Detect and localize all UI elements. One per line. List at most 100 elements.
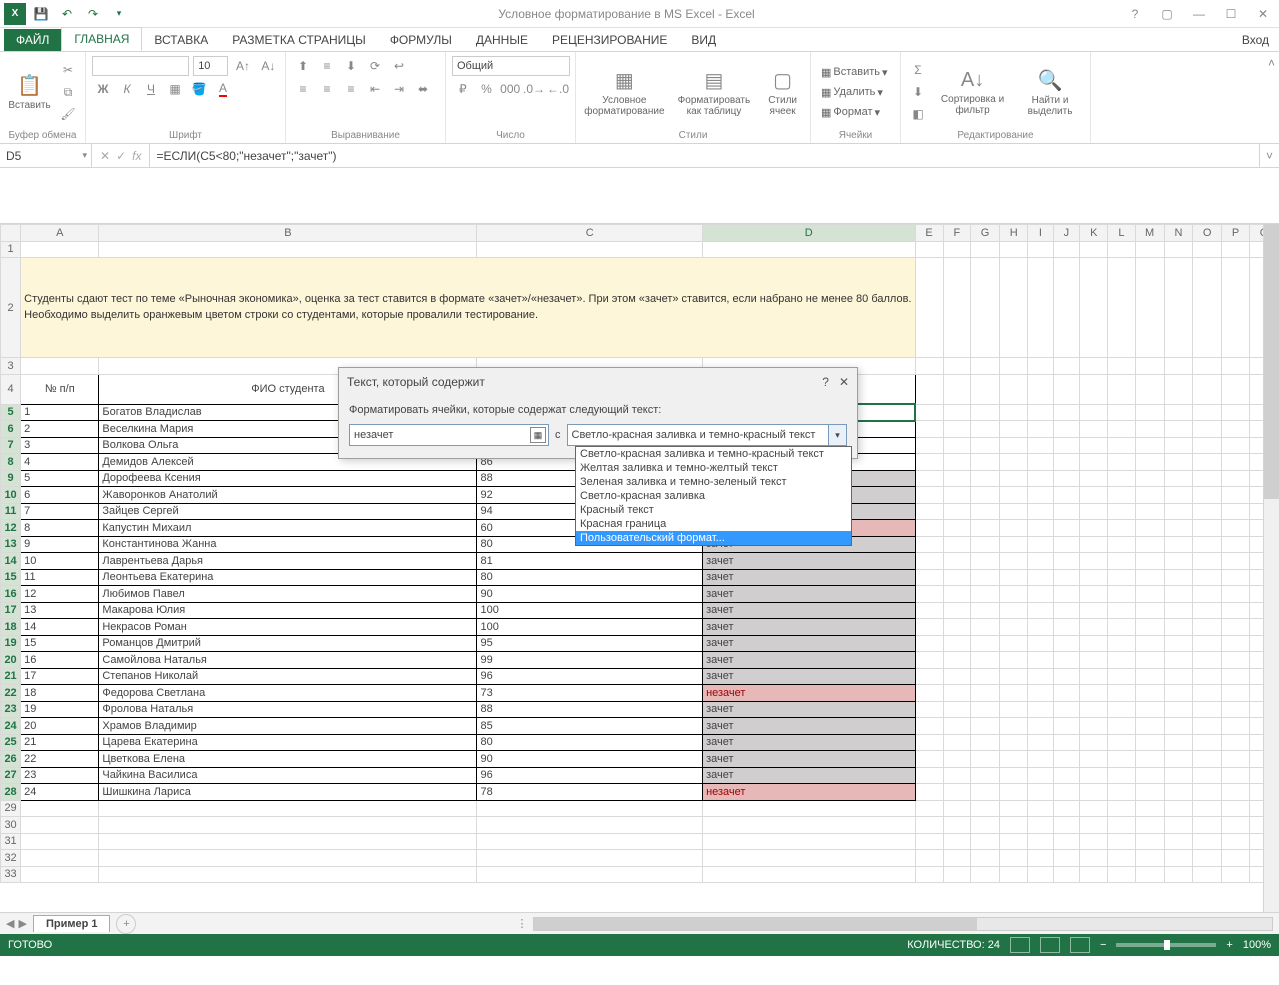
cell-score[interactable]: 73 xyxy=(477,685,703,702)
cell-fio[interactable]: Любимов Павел xyxy=(99,586,477,603)
cell-score[interactable]: 90 xyxy=(477,586,703,603)
view-page-layout-icon[interactable] xyxy=(1040,937,1060,953)
tab-file[interactable]: ФАЙЛ xyxy=(4,29,61,51)
delete-cells-button[interactable]: ▦ Удалить ▾ xyxy=(817,82,892,102)
redo-icon[interactable]: ↷ xyxy=(82,3,104,25)
col-header-J[interactable]: J xyxy=(1053,225,1080,242)
copy-icon[interactable]: ⧉ xyxy=(57,82,79,102)
cell-num[interactable]: 11 xyxy=(21,569,99,586)
new-sheet-icon[interactable]: + xyxy=(116,914,136,934)
align-bottom-icon[interactable]: ⬇ xyxy=(340,56,362,76)
currency-icon[interactable]: ₽ xyxy=(452,79,474,99)
row-header[interactable]: 30 xyxy=(1,817,21,834)
expand-formula-bar-icon[interactable]: ˅ xyxy=(1259,144,1279,167)
cell-fio[interactable]: Дорофеева Ксения xyxy=(99,470,477,487)
dialog-close-icon[interactable]: ✕ xyxy=(839,375,849,389)
cell-num[interactable]: 10 xyxy=(21,553,99,570)
row-header[interactable]: 13 xyxy=(1,536,21,553)
cell-fio[interactable]: Шишкина Лариса xyxy=(99,784,477,801)
row-header[interactable]: 29 xyxy=(1,800,21,817)
row-header[interactable]: 5 xyxy=(1,404,21,421)
tab-review[interactable]: РЕЦЕНЗИРОВАНИЕ xyxy=(540,29,679,51)
cell-styles-button[interactable]: ▢ Стили ячеек xyxy=(761,56,804,128)
cell-result[interactable]: зачет xyxy=(703,751,915,768)
font-family-combo[interactable] xyxy=(92,56,189,76)
tab-formulas[interactable]: ФОРМУЛЫ xyxy=(378,29,464,51)
col-header-A[interactable]: A xyxy=(21,225,99,242)
cell-num[interactable]: 6 xyxy=(21,487,99,504)
autosum-icon[interactable]: Σ xyxy=(907,60,929,80)
sheet-nav-next-icon[interactable]: ▶ xyxy=(18,917,26,930)
sheet-tab-active[interactable]: Пример 1 xyxy=(33,915,111,932)
cell-num[interactable]: 7 xyxy=(21,503,99,520)
increase-decimal-icon[interactable]: .0→ xyxy=(523,79,545,99)
cell-num[interactable]: 2 xyxy=(21,421,99,438)
cell-num[interactable]: 1 xyxy=(21,404,99,421)
cell-num[interactable]: 17 xyxy=(21,668,99,685)
paste-button[interactable]: 📋 Вставить xyxy=(6,56,53,128)
cell-result[interactable]: незачет xyxy=(703,784,915,801)
row-header[interactable]: 21 xyxy=(1,668,21,685)
cell-num[interactable]: 4 xyxy=(21,454,99,471)
cell-score[interactable]: 85 xyxy=(477,718,703,735)
undo-icon[interactable]: ↶ xyxy=(56,3,78,25)
name-box[interactable]: D5 xyxy=(0,144,92,167)
row-header[interactable]: 25 xyxy=(1,734,21,751)
col-header-I[interactable]: I xyxy=(1028,225,1053,242)
cell-score[interactable]: 81 xyxy=(477,553,703,570)
cell-num[interactable]: 8 xyxy=(21,520,99,537)
italic-icon[interactable]: К xyxy=(116,79,138,99)
col-header-L[interactable]: L xyxy=(1108,225,1135,242)
tab-insert[interactable]: ВСТАВКА xyxy=(142,29,220,51)
enter-formula-icon[interactable]: ✓ xyxy=(116,149,126,163)
row-header[interactable]: 12 xyxy=(1,520,21,537)
dropdown-option[interactable]: Пользовательский формат... xyxy=(576,531,851,545)
row-header[interactable]: 11 xyxy=(1,503,21,520)
save-icon[interactable]: 💾 xyxy=(30,3,52,25)
qat-customize-icon[interactable]: ▾ xyxy=(108,3,130,25)
range-picker-icon[interactable]: ▦ xyxy=(530,427,546,443)
cell-score[interactable]: 100 xyxy=(477,602,703,619)
cell-result[interactable]: зачет xyxy=(703,668,915,685)
tab-data[interactable]: ДАННЫЕ xyxy=(464,29,540,51)
row-header[interactable]: 33 xyxy=(1,866,21,883)
col-header-F[interactable]: F xyxy=(943,225,971,242)
vertical-scrollbar[interactable] xyxy=(1263,224,1279,912)
col-header-K[interactable]: K xyxy=(1080,225,1108,242)
cell-num[interactable]: 18 xyxy=(21,685,99,702)
orientation-icon[interactable]: ⟳ xyxy=(364,56,386,76)
align-right-icon[interactable]: ≡ xyxy=(340,79,362,99)
cell-num[interactable]: 20 xyxy=(21,718,99,735)
cell-fio[interactable]: Некрасов Роман xyxy=(99,619,477,636)
row-header[interactable]: 23 xyxy=(1,701,21,718)
dropdown-option[interactable]: Светло-красная заливка и темно-красный т… xyxy=(576,447,851,461)
conditional-formatting-button[interactable]: ▦ Условное форматирование xyxy=(582,56,667,128)
maximize-icon[interactable]: ☐ xyxy=(1219,7,1243,21)
col-header-C[interactable]: C xyxy=(477,225,703,242)
row-header[interactable]: 31 xyxy=(1,833,21,850)
dialog-help-icon[interactable]: ? xyxy=(822,375,829,389)
cell-num[interactable]: 12 xyxy=(21,586,99,603)
col-header-M[interactable]: M xyxy=(1135,225,1164,242)
close-icon[interactable]: ✕ xyxy=(1251,7,1275,21)
zoom-level[interactable]: 100% xyxy=(1243,939,1271,951)
cell-num[interactable]: 24 xyxy=(21,784,99,801)
insert-cells-button[interactable]: ▦ Вставить ▾ xyxy=(817,62,892,82)
row-header[interactable]: 22 xyxy=(1,685,21,702)
cell-result[interactable]: зачет xyxy=(703,734,915,751)
row-header[interactable]: 14 xyxy=(1,553,21,570)
row-header[interactable]: 15 xyxy=(1,569,21,586)
col-header-D[interactable]: D xyxy=(703,225,915,242)
sort-filter-button[interactable]: A↓ Сортировка и фильтр xyxy=(933,56,1012,128)
align-left-icon[interactable]: ≡ xyxy=(292,79,314,99)
cell-num[interactable]: 14 xyxy=(21,619,99,636)
comma-icon[interactable]: 000 xyxy=(499,79,521,99)
cell-num[interactable]: 19 xyxy=(21,701,99,718)
cell-result[interactable]: зачет xyxy=(703,619,915,636)
decrease-decimal-icon[interactable]: ←.0 xyxy=(547,79,569,99)
col-header-N[interactable]: N xyxy=(1164,225,1192,242)
cell-fio[interactable]: Храмов Владимир xyxy=(99,718,477,735)
cell-num[interactable]: 16 xyxy=(21,652,99,669)
cell-fio[interactable]: Фролова Наталья xyxy=(99,701,477,718)
cell-result[interactable]: зачет xyxy=(703,701,915,718)
